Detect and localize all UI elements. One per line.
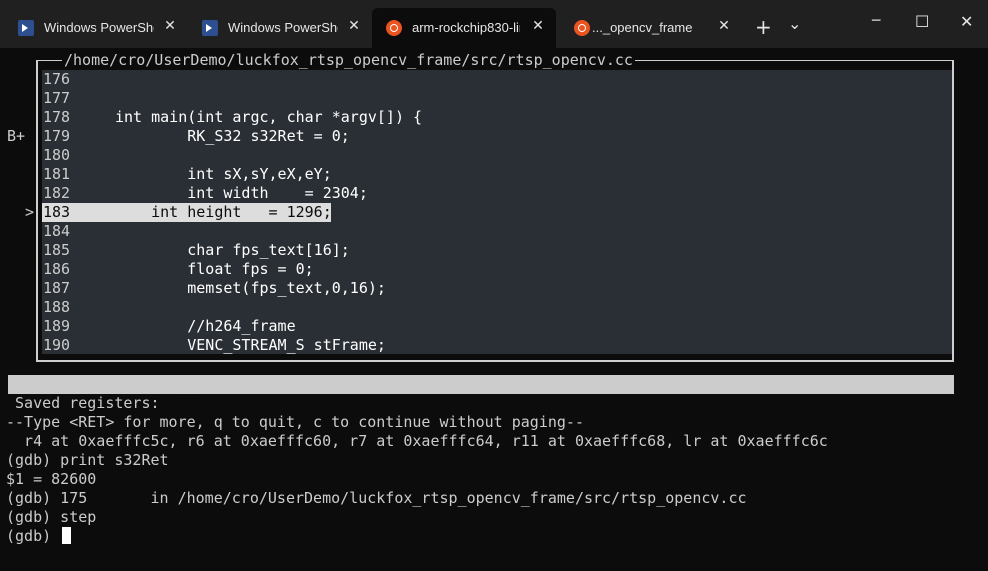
source-line: 181 int sX,sY,eX,eY; (42, 165, 952, 184)
powershell-icon (18, 20, 34, 36)
line-number: 186 (43, 260, 71, 278)
source-line: 186 float fps = 0; (42, 260, 952, 279)
ubuntu-icon (386, 20, 402, 36)
maximize-button[interactable]: ☐ (915, 12, 929, 31)
console-line: (gdb) 175 in /home/cro/UserDemo/luckfox_… (6, 489, 747, 507)
gdb-prompt: (gdb) (6, 527, 61, 545)
console-line: --Type <RET> for more, q to quit, c to c… (6, 413, 584, 431)
minimize-button[interactable]: ─ (872, 13, 880, 29)
close-icon[interactable]: ✕ (160, 17, 180, 34)
console-line: (gdb) step (6, 508, 97, 526)
line-number: 178 (43, 108, 71, 126)
source-line: 176 (42, 70, 952, 89)
line-number: 179 (43, 127, 71, 145)
source-line: 178 int main(int argc, char *argv[]) { (42, 108, 952, 127)
line-code: int width = 2304; (115, 184, 368, 202)
line-number: 180 (43, 146, 71, 164)
tab-label: arm-rockchip830-linux (412, 20, 520, 35)
line-code: int sX,sY,eX,eY; (115, 165, 332, 183)
source-window: 176 177 178 int main(int argc, char *arg… (42, 70, 952, 354)
close-icon[interactable]: ✕ (714, 17, 734, 34)
line-number: 189 (43, 317, 71, 335)
source-line: 177 (42, 89, 952, 108)
line-code: int main(int argc, char *argv[]) { (115, 108, 423, 126)
tab-label: Windows PowerShell (228, 20, 338, 35)
source-file-path: /home/cro/UserDemo/luckfox_rtsp_opencv_f… (62, 50, 635, 70)
source-line: 187 memset(fps_text,0,16); (42, 279, 952, 298)
breakpoint-marker: B+ (7, 127, 26, 145)
source-line: 190 VENC_STREAM_S stFrame; (42, 336, 952, 355)
line-number: 190 (43, 336, 71, 354)
line-code: int height = 1296; (115, 203, 332, 221)
line-code: memset(fps_text,0,16); (115, 279, 386, 297)
tab-label: Windows PowerShell (44, 20, 154, 35)
tab-powershell-2[interactable]: Windows PowerShell ✕ (188, 8, 368, 48)
gdb-prompt-line[interactable]: (gdb) (6, 527, 72, 546)
new-tab-button[interactable]: + (755, 15, 772, 39)
window-close-button[interactable]: ✕ (960, 12, 973, 31)
line-number: 177 (43, 89, 71, 107)
current-source-line: 183 int height = 1296; (42, 203, 952, 222)
line-number: 181 (43, 165, 71, 183)
gdb-status-bar: remote Thread 756.756 In: main L183 PC: … (8, 375, 954, 431)
tab-opencv-frame[interactable]: ..._opencv_frame ✕ (560, 8, 744, 48)
close-icon[interactable]: ✕ (528, 17, 548, 34)
tab-label: ..._opencv_frame (592, 20, 693, 35)
text-cursor (62, 527, 72, 544)
source-line: 179 RK_S32 s32Ret = 0; (42, 127, 952, 146)
line-pc-status: L183 PC: 0x14ad4 (798, 413, 952, 431)
line-code: char fps_text[16]; (115, 241, 350, 259)
line-number: 187 (43, 279, 71, 297)
line-number: 185 (43, 241, 71, 259)
source-line: 182 int width = 2304; (42, 184, 952, 203)
console-line: Saved registers: (6, 394, 160, 412)
tab-powershell-1[interactable]: Windows PowerShell ✕ (4, 8, 184, 48)
tab-arm-rockchip[interactable]: arm-rockchip830-linux ✕ (372, 8, 556, 48)
line-code: RK_S32 s32Ret = 0; (115, 127, 350, 145)
source-line: 188 (42, 298, 952, 317)
line-number: 183 (43, 203, 71, 221)
ubuntu-icon (574, 20, 590, 36)
line-number: 188 (43, 298, 71, 316)
powershell-icon (202, 20, 218, 36)
console-line: $1 = 82600 (6, 470, 97, 488)
source-line: 189 //h264_frame (42, 317, 952, 336)
source-line: 185 char fps_text[16]; (42, 241, 952, 260)
source-line: 180 (42, 146, 952, 165)
line-number: 176 (43, 70, 71, 88)
terminal-pane[interactable]: /home/cro/UserDemo/luckfox_rtsp_opencv_f… (0, 48, 988, 571)
close-icon[interactable]: ✕ (344, 17, 364, 34)
line-code: float fps = 0; (115, 260, 314, 278)
console-line: r4 at 0xaefffc5c, r6 at 0xaefffc60, r7 a… (6, 432, 828, 450)
console-line: (gdb) print s32Ret (6, 451, 169, 469)
current-line-marker: > (25, 203, 35, 221)
line-number: 182 (43, 184, 71, 202)
source-line: 184 (42, 222, 952, 241)
line-code: //h264_frame (115, 317, 296, 335)
tab-bar: Windows PowerShell ✕ Windows PowerShell … (0, 0, 988, 48)
line-code: VENC_STREAM_S stFrame; (115, 336, 386, 354)
chevron-down-icon[interactable]: ⌄ (788, 14, 801, 33)
line-number: 184 (43, 222, 71, 240)
